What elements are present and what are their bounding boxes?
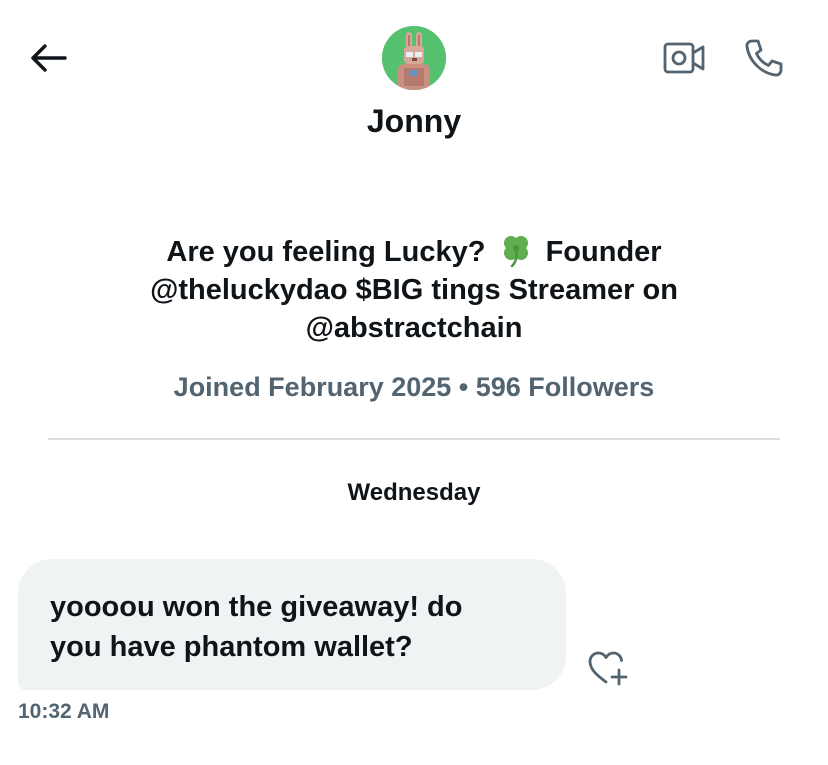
message-timestamp: 10:32 AM [18,700,110,723]
four-leaf-clover-icon [503,236,528,268]
arrow-left-icon [31,44,67,72]
avatar[interactable] [382,26,446,90]
bio-line-3: @abstractchain [305,312,523,344]
rabbit-avatar-image [382,26,446,90]
add-reaction-button[interactable] [582,644,634,692]
video-camera-icon [663,42,705,74]
day-separator: Wednesday [347,479,481,506]
bio-line-1: Are you feeling Lucky? Founder [110,232,718,271]
profile-meta: Joined February 2025 • 596 Followers [173,372,655,402]
phone-icon [745,39,783,77]
contact-name[interactable]: Jonny [0,103,828,140]
back-button[interactable] [22,34,74,82]
bio-text-1a: Are you feeling Lucky? [166,236,486,268]
voice-call-button[interactable] [736,30,792,86]
video-call-button[interactable] [656,34,712,82]
message-bubble[interactable]: yoooou won the giveaway! do you have pha… [18,559,566,690]
bio-line-2: @theluckydao $BIG tings Streamer on [150,274,678,306]
divider [48,438,780,440]
profile-bio: Are you feeling Lucky? Founder @thelucky… [110,232,718,347]
message-text-line-1: yoooou won the giveaway! do [50,591,463,623]
message-text-line-2: you have phantom wallet? [50,631,413,663]
heart-plus-icon [588,651,628,686]
bio-text-1b: Founder [545,236,662,268]
